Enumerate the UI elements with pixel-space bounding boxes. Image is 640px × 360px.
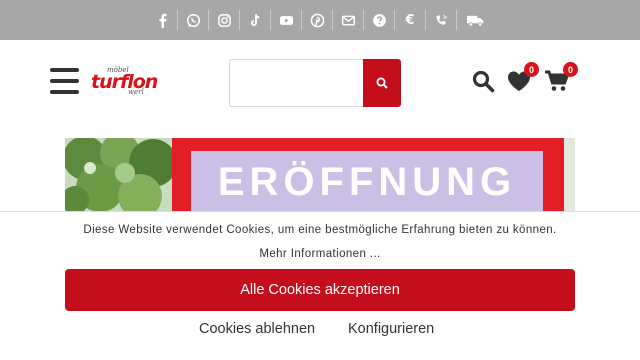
- banner-headline-box: ERÖFFNUNG: [191, 151, 543, 212]
- social-topbar: €: [0, 0, 640, 40]
- hero-banner[interactable]: ERÖFFNUNG: [65, 138, 575, 212]
- logo-bottom-text: werl: [128, 88, 144, 96]
- logo-main-text: turflon: [91, 71, 158, 93]
- delivery-truck-icon[interactable]: [457, 10, 493, 30]
- accept-all-cookies-button[interactable]: Alle Cookies akzeptieren: [65, 269, 575, 311]
- configure-cookies-button[interactable]: Konfigurieren: [348, 321, 434, 337]
- euro-icon[interactable]: €: [395, 10, 426, 30]
- cookie-consent-banner: Diese Website verwendet Cookies, um eine…: [0, 211, 640, 360]
- menu-icon[interactable]: [50, 68, 79, 94]
- reject-cookies-button[interactable]: Cookies ablehnen: [199, 321, 315, 337]
- help-icon[interactable]: [364, 10, 395, 30]
- tiktok-icon[interactable]: [240, 10, 271, 30]
- facebook-icon[interactable]: [147, 10, 178, 30]
- whatsapp-icon[interactable]: [178, 10, 209, 30]
- search-button[interactable]: [363, 59, 401, 107]
- cart-button[interactable]: 0: [544, 62, 578, 92]
- pinterest-icon[interactable]: [302, 10, 333, 30]
- store-logo[interactable]: möbel turflon werl: [90, 66, 162, 98]
- search-input[interactable]: [229, 59, 364, 107]
- mail-icon[interactable]: [333, 10, 364, 30]
- phone-icon[interactable]: [426, 10, 457, 30]
- search-icon: [376, 77, 388, 89]
- banner-edge: [564, 138, 575, 212]
- trees-image: [65, 138, 175, 212]
- wishlist-count-badge: 0: [524, 62, 539, 77]
- instagram-icon[interactable]: [209, 10, 240, 30]
- cookie-message: Diese Website verwendet Cookies, um eine…: [83, 224, 557, 236]
- site-header: möbel turflon werl 0 0: [0, 40, 640, 132]
- cart-count-badge: 0: [563, 62, 578, 77]
- more-info-link[interactable]: Mehr Informationen ...: [0, 248, 640, 260]
- account-search-icon[interactable]: [472, 70, 495, 93]
- banner-headline: ERÖFFNUNG: [217, 160, 517, 204]
- wishlist-button[interactable]: 0: [507, 62, 539, 92]
- youtube-icon[interactable]: [271, 10, 302, 30]
